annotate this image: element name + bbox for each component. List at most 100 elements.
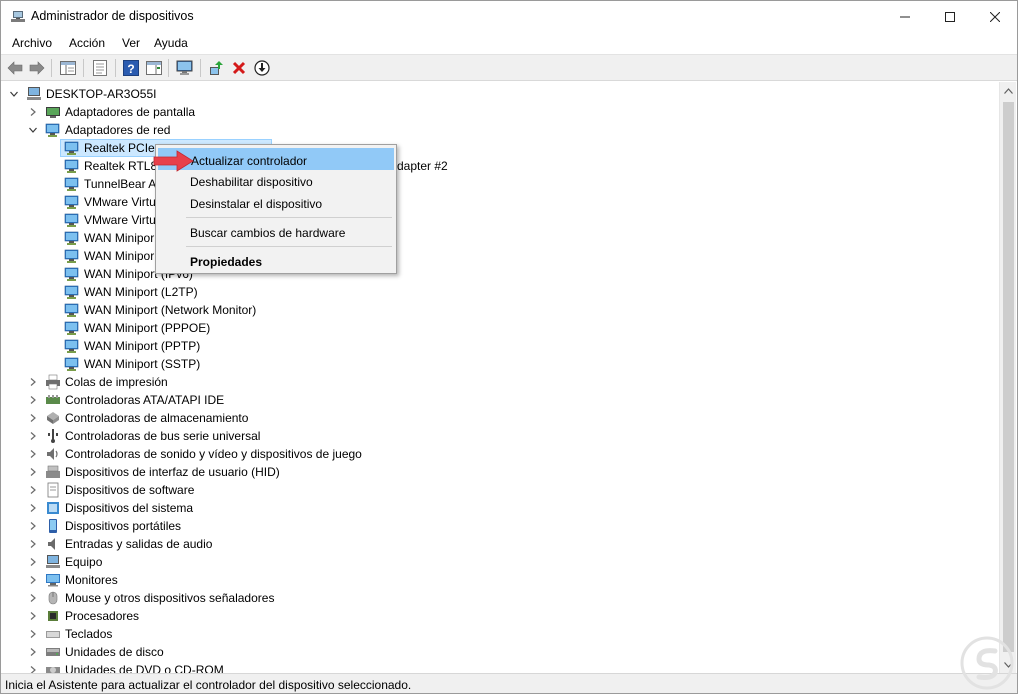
category-software-devices[interactable]: Dispositivos de software [2,481,992,499]
minimize-icon [899,16,910,17]
category-monitors[interactable]: Monitores [2,571,992,589]
category-hid[interactable]: Dispositivos de interfaz de usuario (HID… [2,463,992,481]
category-disk-drives[interactable]: Unidades de disco [2,643,992,661]
tree-expander[interactable] [27,124,39,136]
category-system-devices[interactable]: Dispositivos del sistema [2,499,992,517]
network-adapter-item[interactable]: Realtek PCIe [2,139,992,157]
tree-expander[interactable] [27,646,39,658]
tree-expander[interactable] [27,106,39,118]
back-button[interactable] [5,58,25,78]
scroll-up-button[interactable] [1000,82,1017,99]
tree-node-label: Teclados [65,627,113,641]
tree-expander[interactable] [27,430,39,442]
device-manager-window: Administrador de dispositivos Archivo Ac… [0,0,1018,694]
tree-node-label: Unidades de disco [65,645,164,659]
tree-expander[interactable] [27,664,39,673]
net-icon [64,338,80,354]
tree-node-label: Colas de impresión [65,375,168,389]
tree-expander[interactable] [27,448,39,460]
properties-toolbar-button[interactable] [90,58,110,78]
tree-expander[interactable] [27,520,39,532]
category-keyboards[interactable]: Teclados [2,625,992,643]
menu-scan-hardware-label: Buscar cambios de hardware [190,226,346,240]
network-adapter-item[interactable]: WAN Miniport (IPv6) [2,265,992,283]
network-adapter-item[interactable]: WAN Miniport (Network Monitor) [2,301,992,319]
menu-separator [186,217,392,218]
title-bar: Administrador de dispositivos [1,1,1017,32]
forward-button[interactable] [27,58,47,78]
menu-uninstall-device[interactable]: Desinstalar el dispositivo [158,192,394,214]
tree-expander[interactable] [27,412,39,424]
chevron-right-icon [30,486,36,494]
network-adapter-item[interactable]: Realtek RTL81 dapter #2 [2,157,992,175]
uninstall-x-icon [232,61,246,75]
network-adapter-item[interactable]: WAN Miniport (L2TP) [2,283,992,301]
close-button[interactable] [972,1,1017,32]
category-processors[interactable]: Procesadores [2,607,992,625]
category-display-adapters[interactable]: Adaptadores de pantalla [2,103,992,121]
tree-node-label: DESKTOP-AR3O55I [46,87,157,101]
network-adapter-item[interactable]: WAN Minipor [2,247,992,265]
category-sound-video[interactable]: Controladoras de sonido y vídeo y dispos… [2,445,992,463]
uninstall-toolbar-button[interactable] [229,58,249,78]
dvd-icon [45,662,61,673]
device-manager-icon [11,11,25,22]
tree-expander[interactable] [8,88,20,100]
tree-expander[interactable] [27,556,39,568]
keyboard-icon [45,626,61,642]
category-storage-controllers[interactable]: Controladoras de almacenamiento [2,409,992,427]
menu-ver[interactable]: Ver [122,36,140,50]
network-adapter-item[interactable]: WAN Miniport (PPPOE) [2,319,992,337]
tree-expander[interactable] [27,574,39,586]
show-hide-console-tree-button[interactable] [58,58,78,78]
tree-node-label: Equipo [65,555,103,569]
network-adapter-item[interactable]: WAN Miniport (SSTP) [2,355,992,373]
help-button[interactable]: ? [121,58,141,78]
tree-expander[interactable] [27,502,39,514]
category-dvd-cdrom[interactable]: Unidades de DVD o CD-ROM [2,661,992,673]
action-pane-button[interactable] [144,58,164,78]
scan-hardware-toolbar-button[interactable] [175,58,195,78]
menu-disable-device[interactable]: Deshabilitar dispositivo [158,170,394,192]
tree-expander[interactable] [27,610,39,622]
menu-archivo[interactable]: Archivo [12,36,52,50]
net-icon [64,248,80,264]
category-computer[interactable]: Equipo [2,553,992,571]
update-driver-toolbar-button[interactable] [206,58,226,78]
menu-properties[interactable]: Propiedades [158,250,394,272]
net-icon [64,140,80,156]
network-adapter-item[interactable]: VMware Virtu [2,193,992,211]
menu-scan-hardware[interactable]: Buscar cambios de hardware [158,221,394,243]
category-print-queues[interactable]: Colas de impresión [2,373,992,391]
tree-root-computer[interactable]: DESKTOP-AR3O55I [2,85,992,103]
category-audio-io[interactable]: Entradas y salidas de audio [2,535,992,553]
menu-ayuda[interactable]: Ayuda [154,36,188,50]
chevron-right-icon [30,396,36,404]
network-adapter-item[interactable]: WAN Minipor [2,229,992,247]
category-portable-devices[interactable]: Dispositivos portátiles [2,517,992,535]
tree-expander[interactable] [27,484,39,496]
vertical-scrollbar[interactable] [999,82,1016,673]
tree-expander[interactable] [27,466,39,478]
enable-device-toolbar-button[interactable] [252,58,272,78]
category-mouse[interactable]: Mouse y otros dispositivos señaladores [2,589,992,607]
network-adapter-item[interactable]: VMware Virtu [2,211,992,229]
network-adapter-item[interactable]: TunnelBear A [2,175,992,193]
category-usb-controllers[interactable]: Controladoras de bus serie universal [2,427,992,445]
tree-node-label: Dispositivos de software [65,483,195,497]
network-adapter-item[interactable]: WAN Miniport (PPTP) [2,337,992,355]
scroll-thumb[interactable] [1003,102,1014,652]
tree-expander[interactable] [27,592,39,604]
tree-expander[interactable] [27,628,39,640]
watermark-logo [960,636,1014,690]
menu-accion[interactable]: Acción [69,36,105,50]
tree-expander[interactable] [27,376,39,388]
maximize-button[interactable] [927,1,972,32]
tree-expander[interactable] [27,538,39,550]
tree-node-label: Dispositivos portátiles [65,519,182,533]
minimize-button[interactable] [882,1,927,32]
tree-expander[interactable] [27,394,39,406]
category-ata-atapi[interactable]: Controladoras ATA/ATAPI IDE [2,391,992,409]
category-network-adapters[interactable]: Adaptadores de red [2,121,992,139]
net-icon [64,194,80,210]
